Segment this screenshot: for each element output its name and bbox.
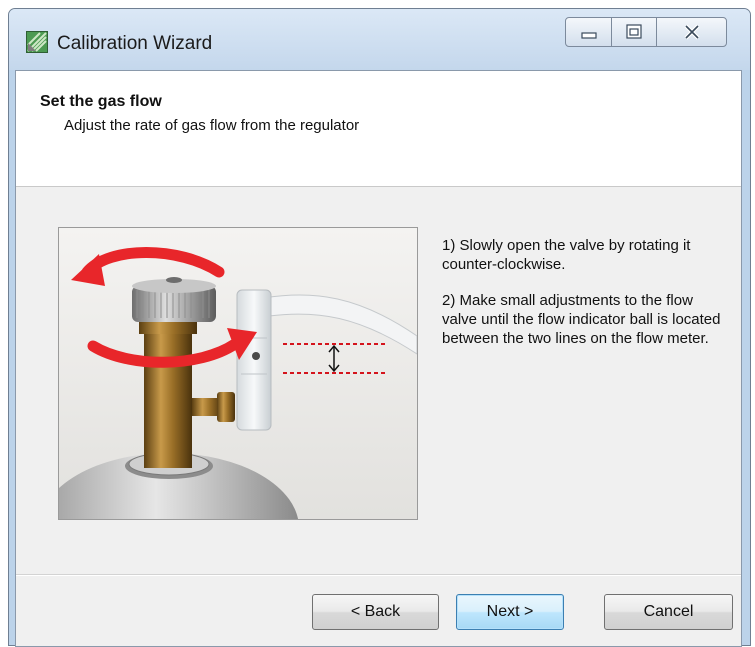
minimize-button[interactable]	[565, 17, 612, 47]
page-subtitle: Adjust the rate of gas flow from the reg…	[64, 117, 360, 134]
maximize-button[interactable]	[611, 17, 657, 47]
wizard-header: Set the gas flow Adjust the rate of gas …	[16, 71, 741, 187]
instruction-step-1: 1) Slowly open the valve by rotating it …	[442, 237, 691, 273]
close-icon	[684, 24, 699, 40]
title-bar[interactable]: Calibration Wizard	[9, 9, 750, 70]
instruction-step-2: 2) Make small adjustments to the flow va…	[442, 292, 721, 347]
instructions-text: 1) Slowly open the valve by rotating it …	[442, 236, 732, 365]
page-title: Set the gas flow	[40, 93, 162, 110]
regulator-illustration	[58, 227, 418, 520]
maximize-icon	[626, 24, 642, 39]
cancel-button[interactable]: Cancel	[604, 594, 733, 630]
wizard-body: Set the gas flow Adjust the rate of gas …	[15, 70, 742, 647]
footer-divider	[16, 574, 741, 576]
window-title: Calibration Wizard	[57, 33, 213, 54]
back-button[interactable]: < Back	[312, 594, 439, 630]
minimize-icon	[580, 32, 597, 39]
next-button[interactable]: Next >	[456, 594, 564, 630]
app-icon	[26, 31, 48, 53]
wizard-window: Calibration Wizard Set the gas flow Adju…	[8, 8, 751, 647]
close-button[interactable]	[656, 17, 727, 47]
